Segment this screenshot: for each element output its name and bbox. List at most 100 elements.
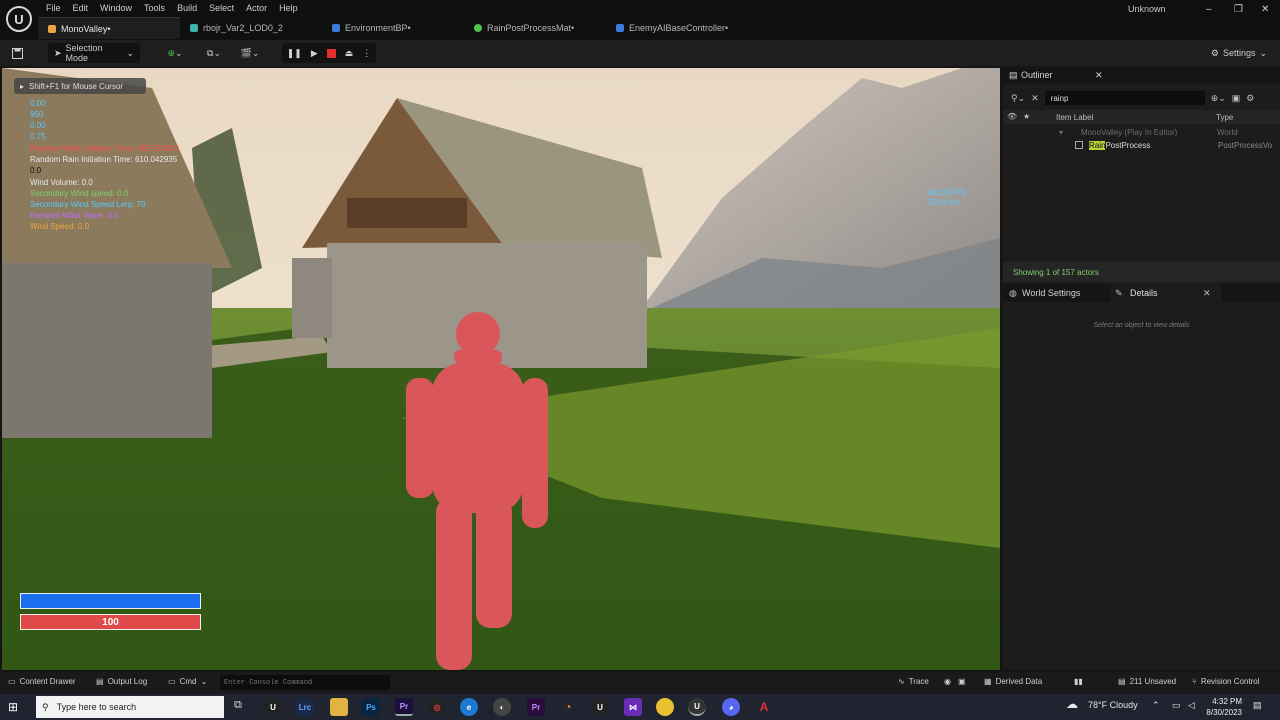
search-highlight: Rain [1089, 141, 1106, 150]
visibility-icon[interactable]: 👁 [1007, 112, 1017, 121]
filter-icon[interactable]: ⚲⌄ [1011, 93, 1025, 104]
trace-icon: ∿ [898, 677, 905, 686]
stats-icon[interactable]: ▮▮ [1074, 677, 1083, 686]
tab-mesh[interactable]: rbojr_Var2_LOD0_2 [180, 17, 322, 39]
step-icon[interactable]: ▶ [311, 48, 318, 59]
menu-build[interactable]: Build [171, 2, 203, 14]
unreal-app-icon[interactable]: U [264, 698, 282, 716]
clear-search-icon[interactable]: ✕ [1031, 93, 1039, 104]
debug-line: Random Wind Value: 0.0 [30, 211, 119, 220]
maximize-icon[interactable]: ❐ [1234, 4, 1243, 15]
folder-icon[interactable]: ▣ [1232, 93, 1241, 104]
unreal-logo-icon[interactable]: U [6, 6, 32, 32]
gear-icon[interactable]: ⚙ [1246, 93, 1254, 104]
outliner-search-input[interactable] [1044, 91, 1205, 105]
add-actor-button[interactable]: ⊕ ⌄ [162, 43, 188, 63]
tab-rain-material[interactable]: RainPostProcessMat• [464, 17, 606, 39]
selection-mode-dropdown[interactable]: ➤ Selection Mode ⌄ [48, 43, 140, 63]
davinci-app-icon[interactable]: ◎ [428, 698, 446, 716]
close-icon[interactable]: ✕ [1261, 4, 1269, 15]
menu-help[interactable]: Help [273, 2, 304, 14]
visual-studio-app-icon[interactable]: ⋈ [624, 698, 642, 716]
photoshop-app-icon[interactable]: Ps [362, 698, 380, 716]
tab-details[interactable]: ✎ Details ✕ [1111, 284, 1221, 302]
tab-label: RainPostProcessMat• [487, 23, 575, 33]
app-icon[interactable]: ◐ [493, 698, 511, 716]
settings-button[interactable]: ⚙ Settings ⌄ [1208, 43, 1270, 63]
mouse-cursor-hint[interactable]: ▸ Shift+F1 for Mouse Cursor [14, 78, 146, 94]
close-tab-icon[interactable]: ✕ [1095, 70, 1103, 81]
unsaved-button[interactable]: ▤ 211 Unsaved [1118, 677, 1176, 686]
tab-monovalley[interactable]: MonoValley• [38, 17, 180, 39]
premiere-rush-app-icon[interactable]: Pr [527, 698, 545, 716]
tab-enemy-controller[interactable]: EnemyAIBaseController• [606, 17, 748, 39]
health-value: 100 [102, 616, 119, 628]
screenshot-icon[interactable]: ▣ [958, 677, 966, 686]
weather-label[interactable]: 78°F Cloudy [1088, 700, 1138, 710]
stamina-bar [20, 593, 201, 609]
level-viewport[interactable]: ▸ Shift+F1 for Mouse Cursor 0.00 950 0.0… [2, 68, 1000, 670]
volume-icon[interactable]: ◁ [1188, 700, 1195, 711]
blender-app-icon[interactable]: ◔ [559, 698, 577, 716]
network-icon[interactable]: ▭ [1172, 700, 1181, 711]
more-options-icon[interactable]: ⋮ [362, 48, 371, 59]
eject-icon[interactable]: ⏏ [345, 48, 354, 59]
menu-select[interactable]: Select [203, 2, 240, 14]
premiere-app-icon[interactable]: Pr [395, 698, 413, 716]
menu-window[interactable]: Window [94, 2, 138, 14]
fps-value: 48.23 FPS [928, 188, 966, 197]
menu-actor[interactable]: Actor [240, 2, 273, 14]
debug-line: Secondary Wind Speed Lerp: 70 [30, 200, 146, 209]
discord-app-icon[interactable]: ◕ [722, 698, 740, 716]
minimize-icon[interactable]: – [1206, 4, 1212, 15]
cinematics-button[interactable]: 🎬 ⌄ [236, 43, 264, 63]
chevron-down-icon: ⌄ [213, 47, 221, 58]
stop-icon[interactable] [326, 48, 336, 58]
acrobat-app-icon[interactable]: A [755, 698, 773, 716]
tab-world-settings[interactable]: World Settings [1022, 288, 1080, 298]
edge-app-icon[interactable]: e [460, 698, 478, 716]
unreal-app-icon[interactable]: U [688, 698, 706, 716]
menu-tools[interactable]: Tools [138, 2, 171, 14]
star-icon[interactable]: ★ [1023, 112, 1030, 121]
task-view-icon[interactable]: ⧉ [234, 699, 242, 712]
unreal-app-icon[interactable]: U [591, 698, 609, 716]
derived-data-button[interactable]: ▦ Derived Data [984, 677, 1042, 686]
notification-icon[interactable]: ▤ [1253, 700, 1262, 711]
taskbar-search[interactable]: ⚲ Type here to search [36, 696, 224, 718]
tab-environment-bp[interactable]: EnvironmentBP• [322, 17, 464, 39]
content-drawer-button[interactable]: ▭ Content Drawer [8, 677, 76, 686]
save-icon[interactable] [8, 43, 26, 63]
windows-start-icon[interactable]: ⊞ [8, 700, 18, 714]
user-label[interactable]: Unknown [1128, 4, 1166, 14]
level-icon [48, 24, 56, 33]
output-log-button[interactable]: ▤ Output Log [96, 677, 147, 686]
tab-label: rbojr_Var2_LOD0_2 [203, 23, 283, 33]
chrome-app-icon[interactable] [656, 698, 674, 716]
menu-edit[interactable]: Edit [67, 2, 95, 14]
expand-arrow-icon[interactable]: ▾ [1059, 128, 1063, 137]
lightroom-app-icon[interactable]: Lrc [296, 698, 314, 716]
add-filter-icon[interactable]: ⊕⌄ [1211, 93, 1226, 104]
console-command-input[interactable] [220, 675, 390, 690]
list-item[interactable]: ▾ MonoValley (Play In Editor) World [1003, 128, 1280, 141]
document-tabs: MonoValley• rbojr_Var2_LOD0_2 Environmen… [38, 17, 748, 39]
menu-file[interactable]: File [40, 2, 67, 14]
type-header[interactable]: Type [1216, 113, 1233, 122]
blueprints-button[interactable]: ⧉ ⌄ [200, 43, 228, 63]
file-explorer-icon[interactable] [330, 698, 348, 716]
outliner-title: Outliner [1021, 70, 1053, 80]
clock[interactable]: 4:32 PM 8/30/2023 [1202, 696, 1242, 718]
cmd-dropdown[interactable]: ▭ Cmd ⌄ [168, 677, 207, 686]
tray-expand-icon[interactable]: ⌃ [1152, 700, 1160, 711]
trace-button[interactable]: ∿ Trace [898, 677, 929, 686]
close-tab-icon[interactable]: ✕ [1203, 288, 1211, 299]
database-icon: ▦ [984, 677, 992, 686]
debug-line: Wind Volume: 0.0 [30, 178, 93, 187]
record-icon[interactable]: ◉ [944, 677, 951, 686]
pause-icon[interactable]: ❚❚ [287, 48, 302, 59]
list-item[interactable]: RainPostProcess PostProcessVo [1003, 141, 1280, 154]
item-label-header[interactable]: Item Label [1056, 113, 1093, 122]
revision-control-button[interactable]: ⑂ Revision Control [1192, 677, 1260, 686]
outliner-tab[interactable]: ▤ Outliner ✕ [1003, 66, 1280, 84]
